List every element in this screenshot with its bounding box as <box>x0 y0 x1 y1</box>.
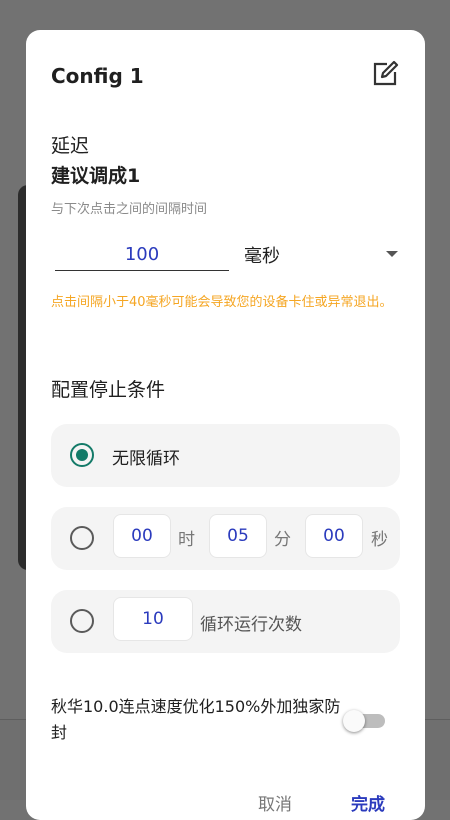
promo-label: 秋华10.0连点速度优化150%外加独家防封 <box>51 697 341 742</box>
hours-input[interactable] <box>113 514 171 558</box>
edit-icon[interactable] <box>371 60 399 88</box>
promo-toggle[interactable] <box>343 710 385 732</box>
option-infinite-loop[interactable]: 无限循环 <box>51 424 400 487</box>
loop-count-label: 循环运行次数 <box>200 615 302 635</box>
radio-button-checked[interactable] <box>70 443 94 467</box>
radio-button[interactable] <box>70 609 94 633</box>
option-loop-count[interactable]: 循环运行次数 <box>51 590 400 653</box>
toggle-thumb <box>343 710 365 732</box>
stop-condition-heading: 配置停止条件 <box>51 379 166 401</box>
infinite-loop-label: 无限循环 <box>112 449 180 469</box>
delay-suggestion: 建议调成1 <box>51 165 141 187</box>
seconds-unit: 秒 <box>371 530 388 550</box>
delay-heading: 延迟 <box>51 135 90 157</box>
minutes-unit: 分 <box>274 530 291 550</box>
minutes-input[interactable] <box>209 514 267 558</box>
dropdown-arrow-icon <box>386 251 398 257</box>
delay-unit-dropdown[interactable]: 毫秒 <box>241 240 401 270</box>
delay-unit-label: 毫秒 <box>244 246 280 267</box>
option-timed-stop[interactable]: 时 分 秒 <box>51 507 400 570</box>
delay-warning: 点击间隔小于40毫秒可能会导致您的设备卡住或异常退出。 <box>51 295 393 310</box>
cancel-button[interactable]: 取消 <box>258 790 292 815</box>
hours-unit: 时 <box>178 530 195 550</box>
done-button[interactable]: 完成 <box>351 790 385 815</box>
radio-button[interactable] <box>70 526 94 550</box>
config-dialog: Config 1 延迟 建议调成1 与下次点击之间的间隔时间 毫秒 点击间隔小于… <box>26 30 425 820</box>
delay-hint: 与下次点击之间的间隔时间 <box>51 202 208 217</box>
dialog-title: Config 1 <box>51 64 144 88</box>
delay-input[interactable] <box>55 238 229 271</box>
loop-count-input[interactable] <box>113 597 193 641</box>
seconds-input[interactable] <box>305 514 363 558</box>
